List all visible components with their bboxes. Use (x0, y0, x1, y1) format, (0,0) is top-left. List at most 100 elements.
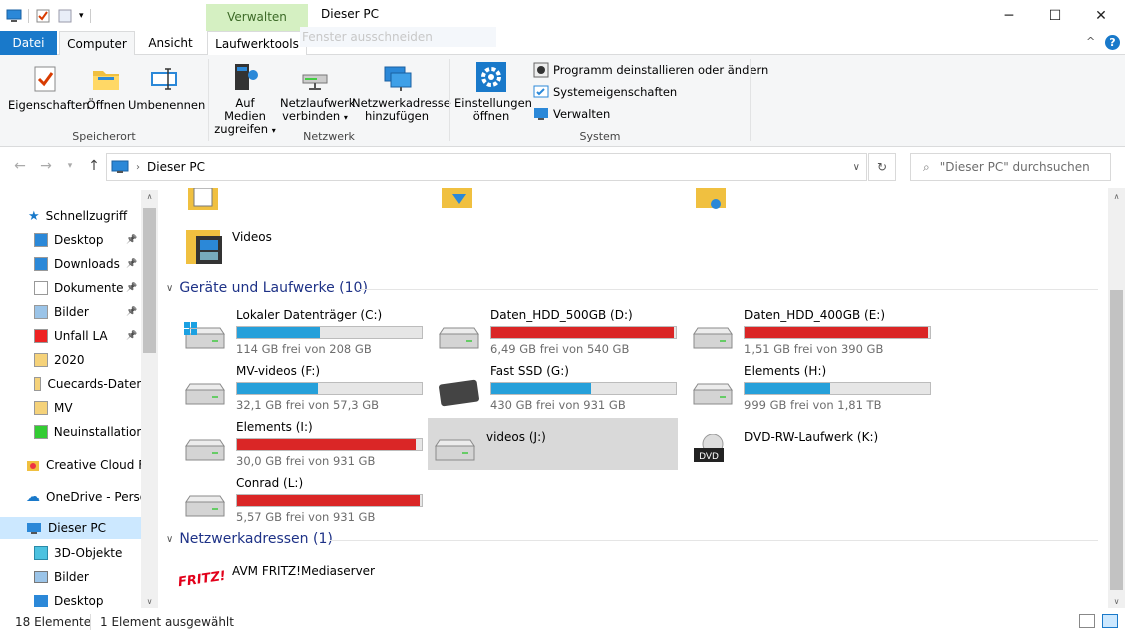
breadcrumb-current[interactable]: Dieser PC (147, 160, 205, 174)
nav-quick-item[interactable]: 2020 (34, 349, 144, 371)
drive-item[interactable]: Lokaler Datenträger (C:) 114 GB frei von … (178, 306, 428, 358)
qat-dropdown-icon[interactable]: ▾ (79, 11, 84, 21)
pin-icon[interactable]: 📌 (126, 331, 137, 341)
maximize-button[interactable]: ☐ (1032, 0, 1078, 31)
breadcrumb-chevron-icon[interactable]: › (136, 162, 140, 173)
pin-icon[interactable]: 📌 (126, 235, 137, 245)
tiles-view-icon[interactable] (1102, 614, 1118, 628)
search-box[interactable]: ⌕ "Dieser PC" durchsuchen (910, 153, 1111, 181)
recent-locations-icon[interactable]: ▾ (60, 161, 80, 171)
refresh-button[interactable]: ↻ (868, 153, 896, 181)
svg-text:DVD: DVD (699, 452, 719, 462)
nav-creative-cloud-label: Creative Cloud Fil (46, 458, 151, 472)
back-arrow-icon[interactable]: ← (10, 158, 30, 174)
nav-quick-item[interactable]: Downloads 📌 (34, 253, 144, 275)
music-folder-icon[interactable] (694, 188, 734, 212)
access-media-button[interactable]: Auf Medien zugreifen ▾ (213, 61, 277, 137)
nav-quick-item[interactable]: Cuecards-Daten (34, 373, 144, 395)
up-arrow-icon[interactable]: ↑ (84, 158, 104, 174)
drive-usage-fill (237, 439, 417, 450)
drive-item[interactable]: Elements (I:) 30,0 GB frei von 931 GB (178, 418, 428, 470)
properties-checkmark-icon[interactable] (35, 8, 51, 24)
documents-folder-icon[interactable] (186, 188, 222, 212)
nav-this-pc[interactable]: Dieser PC (0, 517, 141, 539)
scroll-up-icon[interactable]: ∧ (141, 192, 158, 201)
address-bar[interactable]: › Dieser PC ∨ (106, 153, 867, 181)
drive-usage-bar (236, 438, 423, 451)
nav-pc-desktop[interactable]: Desktop (34, 590, 104, 610)
minimize-button[interactable]: ─ (986, 0, 1032, 31)
drive-item[interactable]: DVD DVD-RW-Laufwerk (K:) (686, 418, 936, 470)
computer-icon[interactable] (6, 8, 22, 24)
drive-item[interactable]: Daten_HDD_500GB (D:) 6,49 GB frei von 540… (432, 306, 682, 358)
network-section-header[interactable]: ∨ Netzwerkadressen (1) (166, 531, 333, 547)
details-view-icon[interactable] (1079, 614, 1095, 628)
drive-item[interactable]: Conrad (L:) 5,57 GB frei von 931 GB (178, 474, 428, 526)
drive-usage-bar (744, 326, 931, 339)
manage-button[interactable]: Verwalten (533, 105, 610, 123)
help-icon[interactable]: ? (1105, 35, 1120, 50)
drive-item[interactable]: Fast SSD (G:) 430 GB frei von 931 GB (432, 362, 682, 414)
downloads-folder-icon[interactable] (440, 188, 480, 212)
pin-icon[interactable]: 📌 (126, 259, 137, 269)
drive-name: Daten_HDD_400GB (E:) (744, 308, 886, 322)
tab-view[interactable]: Ansicht (137, 31, 204, 55)
nav-scroll-thumb[interactable] (143, 208, 156, 353)
nav-quick-item[interactable]: Dokumente 📌 (34, 277, 144, 299)
drive-usage-fill (237, 327, 321, 338)
network-item-fritz[interactable]: FRITZ! AVM FRITZ!Mediaserver (176, 560, 418, 604)
manage-label: Verwalten (553, 107, 611, 121)
new-folder-icon[interactable] (57, 8, 73, 24)
nav-onedrive[interactable]: ☁ OneDrive - Persor (26, 486, 152, 508)
nav-pc-3d-objects[interactable]: 3D-Objekte (34, 542, 122, 564)
drive-item[interactable]: videos (J:) (428, 418, 678, 470)
nav-quick-item[interactable]: Unfall LA 📌 (34, 325, 144, 347)
system-properties-button[interactable]: Systemeigenschaften (533, 83, 677, 101)
tab-computer[interactable]: Computer (59, 31, 135, 55)
nav-pc-pictures[interactable]: Bilder (34, 566, 89, 588)
nav-scrollbar[interactable]: ∧ ∨ (141, 190, 158, 608)
nav-quick-item[interactable]: Neuinstallation (34, 421, 144, 443)
drive-name: MV-videos (F:) (236, 364, 321, 378)
properties-button[interactable]: Eigenschaften (8, 63, 90, 112)
drive-item[interactable]: Daten_HDD_400GB (E:) 1,51 GB frei von 390… (686, 306, 936, 358)
videos-folder[interactable]: Videos (184, 226, 384, 272)
uninstall-program-button[interactable]: Programm deinstallieren oder ändern (533, 61, 768, 79)
close-button[interactable]: ✕ (1078, 0, 1124, 31)
drive-usage-fill (237, 383, 319, 394)
pin-icon[interactable]: 📌 (126, 307, 137, 317)
scroll-up-icon[interactable]: ∧ (1108, 192, 1125, 201)
nav-quick-item[interactable]: Bilder 📌 (34, 301, 144, 323)
pictures-icon (34, 305, 48, 319)
drive-usage-bar (490, 326, 677, 339)
nav-quick-item[interactable]: MV (34, 397, 144, 419)
add-network-location-button[interactable]: Netzwerkadresse hinzufügen (352, 61, 451, 123)
devices-section-header[interactable]: ∨ Geräte und Laufwerke (10) (166, 280, 368, 296)
nav-pc-item-label: Bilder (54, 570, 89, 584)
drive-item[interactable]: MV-videos (F:) 32,1 GB frei von 57,3 GB (178, 362, 428, 414)
rename-button[interactable]: Umbenennen (128, 63, 205, 112)
address-dropdown-icon[interactable]: ∨ (853, 162, 860, 173)
content-scroll-thumb[interactable] (1110, 290, 1123, 590)
scroll-down-icon[interactable]: ∨ (1108, 597, 1125, 606)
videos-folder-label: Videos (232, 230, 272, 244)
map-network-drive-button[interactable]: Netzlaufwerk verbinden ▾ (280, 61, 355, 124)
navigation-pane: ★ Schnellzugriff Creative Cloud Fil ☁ On… (0, 188, 158, 610)
pin-icon[interactable]: 📌 (126, 283, 137, 293)
downloads-arrow-icon (34, 257, 48, 271)
drive-item[interactable]: Elements (H:) 999 GB frei von 1,81 TB (686, 362, 936, 414)
collapse-ribbon-icon[interactable]: ^ (1086, 35, 1095, 48)
tab-drivetools[interactable]: Laufwerktools (207, 31, 307, 55)
dvd-drive-icon: DVD (694, 434, 724, 462)
open-settings-button[interactable]: Einstellungen öffnen (454, 61, 532, 123)
nav-quick-item[interactable]: Desktop 📌 (34, 229, 144, 251)
nav-quick-access[interactable]: ★ Schnellzugriff (28, 205, 127, 227)
tab-file[interactable]: Datei (0, 31, 57, 55)
nav-quick-item-label: MV (54, 401, 73, 415)
open-button[interactable]: Öffnen (86, 63, 126, 112)
forward-arrow-icon[interactable]: → (36, 158, 56, 174)
add-location-label-2: hinzufügen (364, 109, 430, 123)
scroll-down-icon[interactable]: ∨ (141, 597, 158, 606)
nav-creative-cloud[interactable]: Creative Cloud Fil (26, 454, 151, 476)
content-scrollbar[interactable]: ∧ ∨ (1108, 188, 1125, 608)
